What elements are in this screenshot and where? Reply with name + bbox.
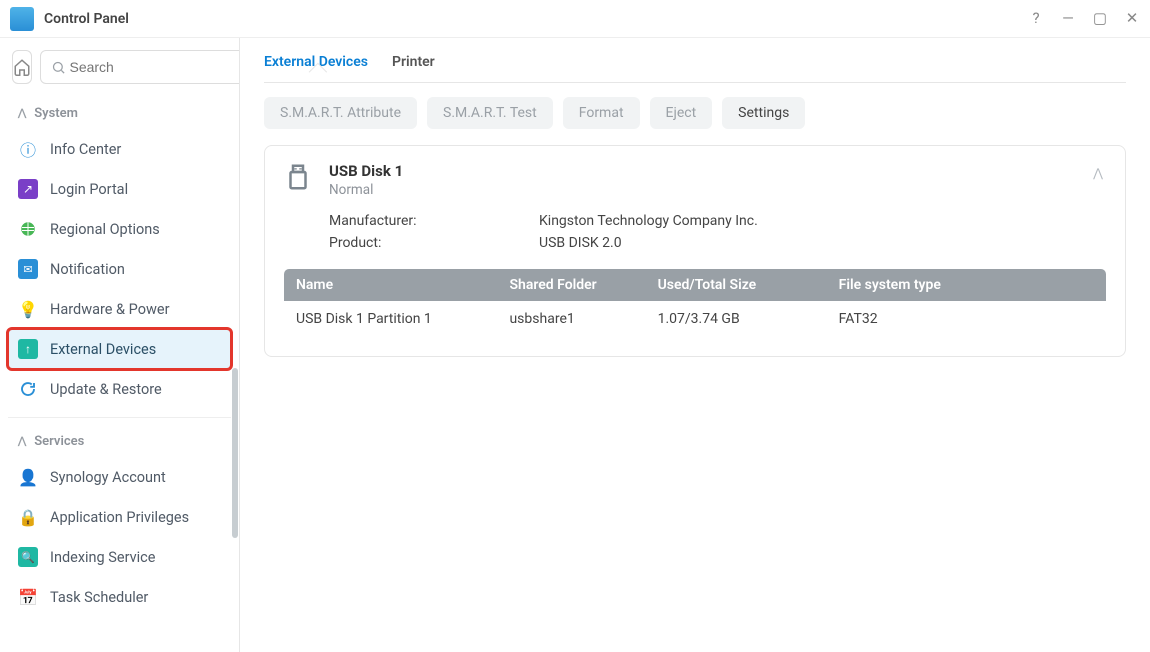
sidebar-item-label: Notification (50, 261, 125, 278)
home-button[interactable] (12, 50, 32, 84)
usb-icon (283, 162, 313, 192)
table-row[interactable]: USB Disk 1 Partition 1 usbshare1 1.07/3.… (284, 301, 1107, 338)
bulb-icon: 💡 (18, 299, 38, 319)
chevron-up-icon: ⋀ (1093, 166, 1103, 180)
tab-external-devices[interactable]: External Devices (264, 54, 368, 74)
sidebar: ⋀ System ⓘ Info Center ↗ Login Portal Re… (0, 38, 240, 652)
chevron-up-icon: ⋀ (18, 436, 26, 447)
th-shared: Shared Folder (497, 269, 645, 302)
meta-row-product: Product: USB DISK 2.0 (329, 232, 1107, 254)
partition-table: Name Shared Folder Used/Total Size File … (283, 268, 1107, 338)
portal-icon: ↗ (18, 179, 38, 199)
sidebar-item-info-center[interactable]: ⓘ Info Center (8, 129, 231, 169)
main: External Devices Printer S.M.A.R.T. Attr… (240, 38, 1150, 652)
cell-fs: FAT32 (827, 301, 1107, 338)
app-icon (10, 7, 34, 31)
home-icon (13, 58, 31, 76)
close-icon[interactable]: ✕ (1124, 11, 1140, 26)
sidebar-item-label: Login Portal (50, 181, 128, 198)
minimize-icon[interactable]: — (1060, 11, 1076, 26)
sidebar-item-notification[interactable]: ✉ Notification (8, 249, 231, 289)
format-button[interactable]: Format (563, 97, 640, 129)
info-icon: ⓘ (18, 139, 38, 159)
sidebar-item-label: Synology Account (50, 469, 166, 486)
toolbar: S.M.A.R.T. Attribute S.M.A.R.T. Test For… (264, 97, 1126, 129)
collapse-toggle[interactable]: ⋀ (1089, 162, 1107, 184)
device-panel: USB Disk 1 Normal ⋀ Manufacturer: Kingst… (264, 145, 1126, 357)
sidebar-item-hardware-power[interactable]: 💡 Hardware & Power (8, 289, 231, 329)
sidebar-top (8, 50, 231, 84)
device-title-block: USB Disk 1 Normal (329, 162, 403, 198)
sidebar-item-update-restore[interactable]: Update & Restore (8, 369, 231, 409)
table-header-row: Name Shared Folder Used/Total Size File … (284, 269, 1107, 302)
update-icon (18, 379, 38, 399)
sidebar-item-indexing-service[interactable]: 🔍 Indexing Service (8, 537, 231, 577)
tabs: External Devices Printer (264, 54, 1126, 83)
cell-size: 1.07/3.74 GB (646, 301, 827, 338)
cell-name: USB Disk 1 Partition 1 (284, 301, 498, 338)
account-icon: 👤 (18, 467, 38, 487)
sidebar-item-label: External Devices (50, 341, 156, 358)
lock-icon: 🔒 (18, 507, 38, 527)
eject-button[interactable]: Eject (650, 97, 713, 129)
device-header: USB Disk 1 Normal ⋀ (283, 162, 1107, 198)
sidebar-item-label: Application Privileges (50, 509, 189, 526)
sidebar-group-system[interactable]: ⋀ System (8, 98, 231, 129)
sidebar-item-regional-options[interactable]: Regional Options (8, 209, 231, 249)
chevron-up-icon: ⋀ (18, 108, 26, 119)
calendar-icon: 📅 (18, 587, 38, 607)
smart-test-button[interactable]: S.M.A.R.T. Test (427, 97, 553, 129)
smart-attribute-button[interactable]: S.M.A.R.T. Attribute (264, 97, 417, 129)
th-name: Name (284, 269, 498, 302)
search-input[interactable] (69, 59, 240, 75)
sidebar-item-label: Indexing Service (50, 549, 155, 566)
sidebar-item-label: Update & Restore (50, 381, 162, 398)
meta-value: Kingston Technology Company Inc. (539, 213, 758, 229)
search-icon (51, 60, 66, 75)
cell-shared: usbshare1 (497, 301, 645, 338)
sidebar-item-label: Regional Options (50, 221, 160, 238)
body: ⋀ System ⓘ Info Center ↗ Login Portal Re… (0, 38, 1150, 652)
window: Control Panel ? — ▢ ✕ ⋀ Syst (0, 0, 1150, 652)
device-title: USB Disk 1 (329, 162, 403, 180)
sidebar-group-label: System (34, 106, 78, 121)
device-meta: Manufacturer: Kingston Technology Compan… (329, 210, 1107, 254)
sidebar-item-task-scheduler[interactable]: 📅 Task Scheduler (8, 577, 231, 617)
th-size: Used/Total Size (646, 269, 827, 302)
sidebar-item-label: Info Center (50, 141, 121, 158)
sidebar-item-label: Hardware & Power (50, 301, 169, 318)
sidebar-item-label: Task Scheduler (50, 589, 148, 606)
search-field[interactable] (40, 50, 240, 84)
sidebar-scrollbar[interactable] (232, 368, 238, 538)
meta-label: Manufacturer: (329, 213, 539, 229)
window-title: Control Panel (44, 11, 1028, 27)
tab-printer[interactable]: Printer (392, 54, 435, 74)
external-device-icon: ↑ (18, 339, 38, 359)
th-fs: File system type (827, 269, 1107, 302)
meta-row-manufacturer: Manufacturer: Kingston Technology Compan… (329, 210, 1107, 232)
meta-label: Product: (329, 235, 539, 251)
window-controls: ? — ▢ ✕ (1028, 11, 1140, 26)
device-status: Normal (329, 182, 403, 198)
sidebar-group-label: Services (34, 434, 84, 449)
sidebar-item-synology-account[interactable]: 👤 Synology Account (8, 457, 231, 497)
notification-icon: ✉ (18, 259, 38, 279)
help-icon[interactable]: ? (1028, 11, 1044, 26)
index-icon: 🔍 (18, 547, 38, 567)
maximize-icon[interactable]: ▢ (1092, 11, 1108, 26)
sidebar-group-services[interactable]: ⋀ Services (8, 426, 231, 457)
settings-button[interactable]: Settings (722, 97, 805, 129)
sidebar-item-external-devices[interactable]: ↑ External Devices (8, 329, 231, 369)
titlebar: Control Panel ? — ▢ ✕ (0, 0, 1150, 38)
meta-value: USB DISK 2.0 (539, 235, 622, 251)
sidebar-item-login-portal[interactable]: ↗ Login Portal (8, 169, 231, 209)
sidebar-item-application-privileges[interactable]: 🔒 Application Privileges (8, 497, 231, 537)
globe-icon (18, 219, 38, 239)
